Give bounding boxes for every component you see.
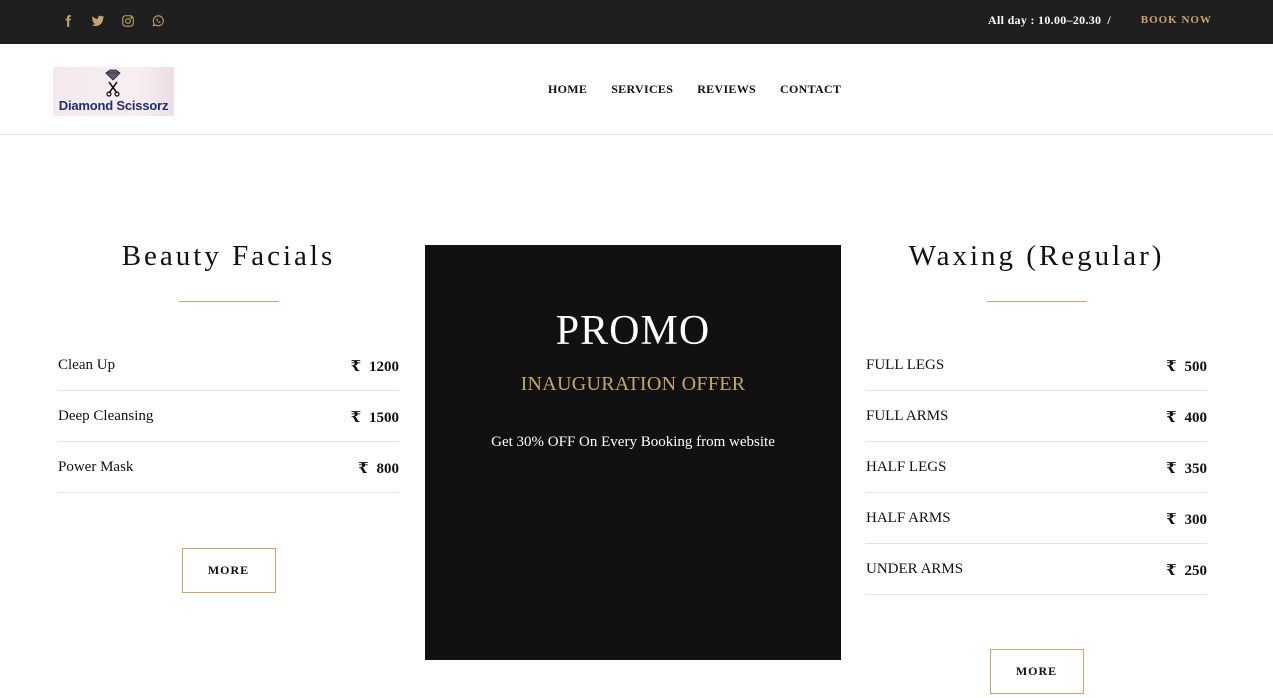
service-name: Power Mask [58, 459, 134, 475]
rupee-icon: ₹ [1166, 563, 1177, 579]
service-price: ₹400 [1166, 408, 1207, 427]
service-name: HALF ARMS [866, 510, 951, 526]
promo-text: Get 30% OFF On Every Booking from websit… [491, 434, 775, 450]
twitter-icon[interactable] [90, 12, 106, 30]
waxing-title: Waxing (Regular) [908, 240, 1165, 272]
rupee-icon: ₹ [358, 461, 369, 477]
facials-title: Beauty Facials [121, 240, 336, 272]
price-amount: 1500 [369, 410, 399, 426]
rupee-icon: ₹ [1166, 461, 1177, 477]
logo-text: Diamond Scissorz [58, 98, 169, 113]
price-row: UNDER ARMS ₹250 [866, 544, 1207, 595]
service-price: ₹500 [1166, 357, 1207, 376]
social-links [60, 12, 166, 30]
nav-home[interactable]: HOME [548, 82, 587, 97]
price-amount: 350 [1184, 461, 1208, 477]
price-row: FULL LEGS ₹500 [866, 340, 1207, 391]
service-price: ₹1200 [351, 357, 399, 376]
rupee-icon: ₹ [350, 410, 361, 426]
service-name: UNDER ARMS [866, 561, 964, 577]
service-price: ₹250 [1166, 561, 1207, 580]
title-divider [178, 301, 279, 302]
hours-text: All day : 10.00–20.30 [988, 13, 1102, 27]
price-amount: 300 [1184, 512, 1208, 528]
facials-price-list: Clean Up ₹1200 Deep Cleansing ₹1500 Powe… [58, 340, 399, 493]
rupee-icon: ₹ [1166, 410, 1177, 426]
rupee-icon: ₹ [1166, 512, 1177, 528]
service-name: HALF LEGS [866, 459, 947, 475]
facials-more-button[interactable]: MORE [181, 548, 276, 593]
title-divider [986, 301, 1087, 302]
promo-subtitle: INAUGURATION OFFER [520, 373, 746, 395]
price-amount: 1200 [369, 359, 399, 375]
service-name: FULL LEGS [866, 357, 945, 373]
promo-title: PROMO [555, 308, 711, 354]
service-price: ₹350 [1166, 459, 1207, 478]
instagram-icon[interactable] [120, 12, 136, 30]
price-amount: 250 [1184, 563, 1208, 579]
price-row: FULL ARMS ₹400 [866, 391, 1207, 442]
service-name: Clean Up [58, 357, 116, 373]
site-header: Diamond Scissorz HOME SERVICES REVIEWS C… [0, 44, 1273, 135]
service-price: ₹800 [358, 459, 399, 478]
price-row: Power Mask ₹800 [58, 442, 399, 493]
top-bar: All day : 10.00–20.30 / BOOK NOW [0, 0, 1273, 44]
diamond-scissors-icon [105, 69, 121, 97]
service-name: Deep Cleansing [58, 408, 154, 424]
waxing-more-button[interactable]: MORE [989, 649, 1084, 694]
nav-reviews[interactable]: REVIEWS [697, 82, 756, 97]
service-price: ₹1500 [351, 408, 399, 427]
nav-services[interactable]: SERVICES [611, 82, 673, 97]
price-row: Clean Up ₹1200 [58, 340, 399, 391]
price-amount: 500 [1184, 359, 1208, 375]
book-now-link[interactable]: BOOK NOW [1141, 14, 1212, 26]
price-row: HALF ARMS ₹300 [866, 493, 1207, 544]
price-row: HALF LEGS ₹350 [866, 442, 1207, 493]
service-name: FULL ARMS [866, 408, 949, 424]
nav-contact[interactable]: CONTACT [780, 82, 841, 97]
price-amount: 800 [376, 461, 400, 477]
waxing-price-list: FULL LEGS ₹500 FULL ARMS ₹400 HALF LEGS … [866, 340, 1207, 595]
opening-hours: All day : 10.00–20.30 / [988, 13, 1111, 28]
service-price: ₹300 [1166, 510, 1207, 529]
facials-section: Beauty Facials Clean Up ₹1200 Deep Clean… [58, 240, 399, 593]
rupee-icon: ₹ [1166, 359, 1177, 375]
price-row: Deep Cleansing ₹1500 [58, 391, 399, 442]
price-amount: 400 [1184, 410, 1208, 426]
hours-separator: / [1107, 13, 1111, 27]
logo[interactable]: Diamond Scissorz [53, 67, 174, 116]
facebook-icon[interactable] [60, 12, 76, 30]
promo-box: PROMO INAUGURATION OFFER Get 30% OFF On … [425, 245, 841, 660]
rupee-icon: ₹ [350, 359, 361, 375]
waxing-section: Waxing (Regular) FULL LEGS ₹500 FULL ARM… [866, 240, 1207, 694]
whatsapp-icon[interactable] [150, 12, 166, 30]
main-nav: HOME SERVICES REVIEWS CONTACT [548, 82, 841, 97]
